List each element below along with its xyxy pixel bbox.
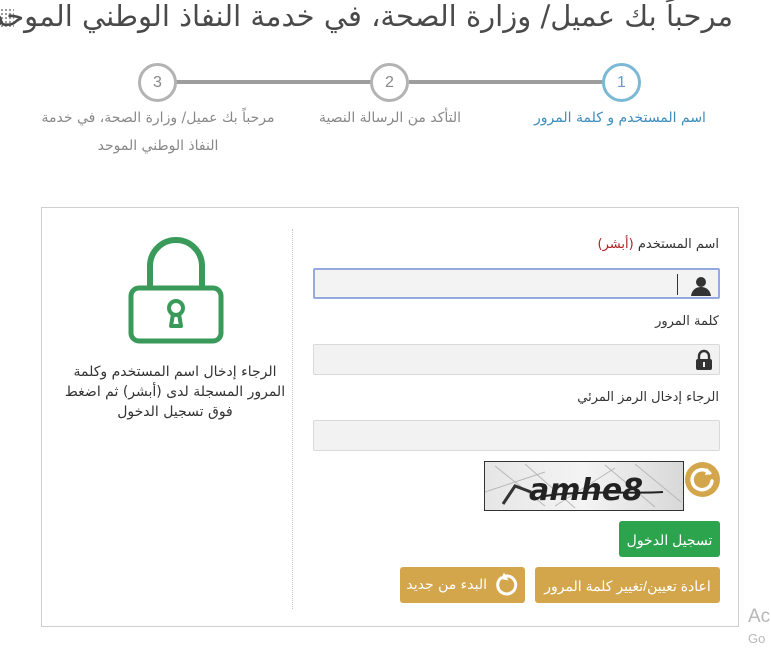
captcha-label: الرجاء إدخال الرمز المرئي <box>577 390 719 405</box>
step-3-circle: 3 <box>138 63 177 102</box>
refresh-captcha-button[interactable] <box>685 462 720 497</box>
restart-label: البدء من جديد <box>406 577 487 593</box>
captcha-text: amhe8 <box>529 473 643 508</box>
page-title: مرحباً بك عميل/ وزارة الصحة، في خدمة الن… <box>0 0 733 33</box>
step-1-label: اسم المستخدم و كلمة المرور <box>534 110 706 126</box>
step-connector <box>176 80 372 84</box>
absher-note: (أبشر) <box>597 237 634 252</box>
password-label: كلمة المرور <box>655 314 719 329</box>
username-input[interactable] <box>313 268 720 299</box>
refresh-icon <box>690 467 714 492</box>
lock-icon <box>128 237 224 344</box>
captcha-input[interactable] <box>313 420 720 451</box>
step-2-label: التأكد من الرسالة النصية <box>318 110 462 126</box>
step-3-label: مرحباً بك عميل/ وزارة الصحة، في خدمة الن… <box>41 110 275 154</box>
step-connector <box>409 80 604 84</box>
restart-button[interactable]: البدء من جديد <box>400 567 525 603</box>
text-caret <box>677 274 678 295</box>
captcha-image: amhe8 <box>484 461 684 511</box>
step-1-circle: 1 <box>602 63 641 102</box>
panel-divider <box>292 229 293 609</box>
login-button[interactable]: تسجيل الدخول <box>619 521 720 557</box>
reset-password-button[interactable]: اعادة تعيين/تغيير كلمة المرور <box>535 567 720 603</box>
activation-watermark: Ac Go <box>748 606 771 646</box>
step-2-circle: 2 <box>370 63 409 102</box>
password-input[interactable] <box>313 344 720 375</box>
restart-icon <box>496 572 518 596</box>
padlock-icon <box>696 349 712 370</box>
user-icon <box>691 277 711 296</box>
login-instructions: الرجاء إدخال اسم المستخدم وكلمة المرور ا… <box>64 364 286 420</box>
username-label: اسم المستخدم (أبشر) <box>597 237 719 252</box>
